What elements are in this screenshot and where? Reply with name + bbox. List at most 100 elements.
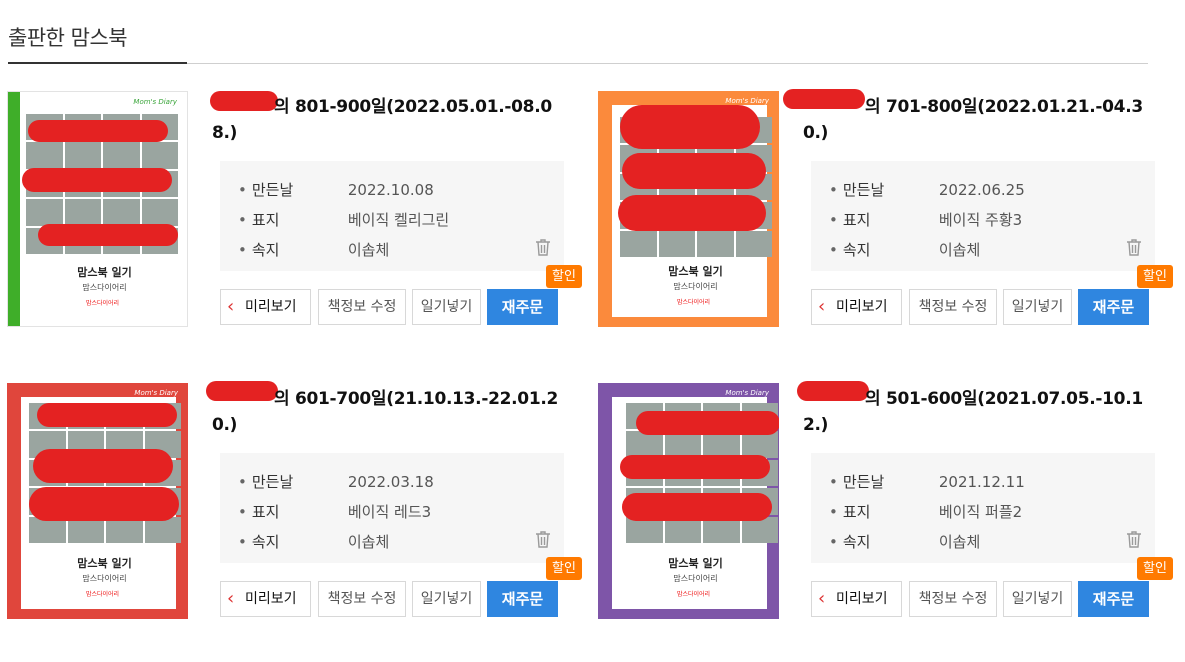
insert-diary-button[interactable]: 일기넣기 xyxy=(412,289,481,325)
discount-badge: 할인 xyxy=(1137,265,1173,288)
cover-title: 맘스북 일기 xyxy=(668,265,723,278)
insert-diary-button[interactable]: 일기넣기 xyxy=(412,581,481,617)
redaction-mark xyxy=(636,411,779,435)
cover-value: 베이직 주황3 xyxy=(938,211,1023,229)
redaction-mark xyxy=(622,153,766,189)
cover-subtitle: 맘스다이어리 xyxy=(673,282,718,291)
cover-value: 베이직 레드3 xyxy=(347,503,432,521)
book-cover[interactable]: Mom's Diary 맘스북 일기 맘스다이어리 맘스다이어리 xyxy=(598,383,779,619)
reorder-button[interactable]: 재주문 xyxy=(487,289,558,325)
paper-label: 속지 xyxy=(842,533,871,551)
paper-value: 이솝체 xyxy=(938,241,981,259)
preview-button[interactable]: ‹ 미리보기 xyxy=(220,581,311,617)
trash-icon[interactable] xyxy=(534,237,552,257)
book-details: • 만든날 2022.10.08 • 표지 베이직 켈리그린 • 속지 이솝체 xyxy=(220,161,564,271)
book-title[interactable]: 의 601-700일(21.10.13.-22.01.20.) xyxy=(212,386,562,438)
redaction-mark xyxy=(618,195,766,231)
created-value: 2022.03.18 xyxy=(347,473,434,491)
book-title[interactable]: 의 701-800일(2022.01.21.-04.30.) xyxy=(803,94,1153,146)
redaction-mark xyxy=(22,168,172,192)
book-cover[interactable]: Mom's Diary 맘스북 일기 맘스다이어리 맘스다이어리 xyxy=(7,383,188,619)
action-buttons: ‹ 미리보기 책정보 수정 일기넣기 재주문 할인 xyxy=(220,557,582,619)
action-buttons: ‹ 미리보기 책정보 수정 일기넣기 재주문 할인 xyxy=(220,265,582,327)
cover-logo: 맘스다이어리 xyxy=(676,299,711,306)
book-cover[interactable]: Mom's Diary 맘스북 일기 맘스다이어리 맘스다이어리 xyxy=(7,91,188,327)
created-label: 만든날 xyxy=(842,181,885,199)
book-title[interactable]: 의 801-900일(2022.05.01.-08.08.) xyxy=(212,94,562,146)
reorder-button[interactable]: 재주문 xyxy=(1078,581,1149,617)
page-header: 출판한 맘스북 xyxy=(8,0,1148,64)
redaction-mark xyxy=(620,105,760,149)
cover-subtitle: 맘스다이어리 xyxy=(673,574,718,583)
redaction-mark xyxy=(620,455,770,479)
chevron-left-icon: ‹ xyxy=(818,296,826,317)
edit-info-button[interactable]: 책정보 수정 xyxy=(909,289,997,325)
trash-icon[interactable] xyxy=(1125,237,1143,257)
book-card: Mom's Diary 맘스북 일기 맘스다이어리 맘스다이어리 의 501-6… xyxy=(598,381,1173,623)
discount-badge: 할인 xyxy=(546,265,582,288)
paper-value: 이솝체 xyxy=(347,533,390,551)
book-card: Mom's Diary 맘스북 일기 맘스다이어리 맘스다이어리 의 801-9… xyxy=(7,91,582,331)
cover-label: 표지 xyxy=(842,211,871,229)
trash-icon[interactable] xyxy=(534,529,552,549)
action-buttons: ‹ 미리보기 책정보 수정 일기넣기 재주문 할인 xyxy=(811,265,1173,327)
edit-info-button[interactable]: 책정보 수정 xyxy=(318,581,406,617)
book-card: Mom's Diary 맘스북 일기 맘스다이어리 맘스다이어리 의 601-7… xyxy=(7,381,582,623)
cover-logo: 맘스다이어리 xyxy=(85,300,120,307)
paper-value: 이솝체 xyxy=(347,241,390,259)
preview-button[interactable]: ‹ 미리보기 xyxy=(811,289,902,325)
redaction-mark xyxy=(28,120,168,142)
reorder-button[interactable]: 재주문 xyxy=(1078,289,1149,325)
created-label: 만든날 xyxy=(251,181,294,199)
preview-button[interactable]: ‹ 미리보기 xyxy=(811,581,902,617)
created-value: 2021.12.11 xyxy=(938,473,1025,491)
cover-label: 표지 xyxy=(251,503,280,521)
insert-diary-button[interactable]: 일기넣기 xyxy=(1003,581,1072,617)
cover-title: 맘스북 일기 xyxy=(668,557,723,570)
cover-brand: Mom's Diary xyxy=(725,389,769,397)
insert-diary-button[interactable]: 일기넣기 xyxy=(1003,289,1072,325)
cover-value: 베이직 퍼플2 xyxy=(938,503,1023,521)
chevron-left-icon: ‹ xyxy=(818,588,826,609)
cover-brand: Mom's Diary xyxy=(134,389,178,397)
cover-logo: 맘스다이어리 xyxy=(676,591,711,598)
book-cover[interactable]: Mom's Diary 맘스북 일기 맘스다이어리 맘스다이어리 xyxy=(598,91,779,327)
discount-badge: 할인 xyxy=(546,557,582,580)
chevron-left-icon: ‹ xyxy=(227,296,235,317)
edit-info-button[interactable]: 책정보 수정 xyxy=(909,581,997,617)
cover-title: 맘스북 일기 xyxy=(77,557,132,570)
cover-title: 맘스북 일기 xyxy=(77,266,132,279)
edit-info-button[interactable]: 책정보 수정 xyxy=(318,289,406,325)
created-label: 만든날 xyxy=(251,473,294,491)
discount-badge: 할인 xyxy=(1137,557,1173,580)
redaction-mark xyxy=(38,224,178,246)
book-details: • 만든날 2022.06.25 • 표지 베이직 주황3 • 속지 이솝체 xyxy=(811,161,1155,271)
paper-label: 속지 xyxy=(251,241,280,259)
preview-button[interactable]: ‹ 미리보기 xyxy=(220,289,311,325)
cover-value: 베이직 켈리그린 xyxy=(347,211,450,229)
book-card: Mom's Diary 맘스북 일기 맘스다이어리 맘스다이어리 의 701-8… xyxy=(598,89,1173,331)
cover-subtitle: 맘스다이어리 xyxy=(82,283,127,292)
page-title: 출판한 맘스북 xyxy=(8,26,128,50)
paper-label: 속지 xyxy=(251,533,280,551)
redaction-mark xyxy=(29,487,179,521)
created-value: 2022.06.25 xyxy=(938,181,1025,199)
chevron-left-icon: ‹ xyxy=(227,588,235,609)
cover-brand: Mom's Diary xyxy=(133,98,177,106)
cover-brand: Mom's Diary xyxy=(725,97,769,105)
redaction-mark xyxy=(37,403,177,427)
title-underline xyxy=(8,62,187,64)
book-details: • 만든날 2021.12.11 • 표지 베이직 퍼플2 • 속지 이솝체 xyxy=(811,453,1155,563)
trash-icon[interactable] xyxy=(1125,529,1143,549)
paper-value: 이솝체 xyxy=(938,533,981,551)
reorder-button[interactable]: 재주문 xyxy=(487,581,558,617)
created-label: 만든날 xyxy=(842,473,885,491)
cover-logo: 맘스다이어리 xyxy=(85,591,120,598)
redaction-mark xyxy=(622,493,772,521)
redaction-mark xyxy=(33,449,173,483)
created-value: 2022.10.08 xyxy=(347,181,434,199)
book-title[interactable]: 의 501-600일(2021.07.05.-10.12.) xyxy=(803,386,1153,438)
cover-label: 표지 xyxy=(251,211,280,229)
action-buttons: ‹ 미리보기 책정보 수정 일기넣기 재주문 할인 xyxy=(811,557,1173,619)
book-details: • 만든날 2022.03.18 • 표지 베이직 레드3 • 속지 이솝체 xyxy=(220,453,564,563)
